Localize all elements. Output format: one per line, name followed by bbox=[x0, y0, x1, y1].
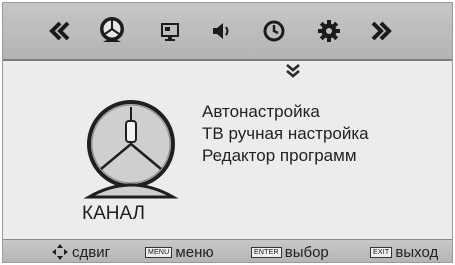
scroll-down-indicator bbox=[283, 63, 303, 79]
tab-sound[interactable] bbox=[206, 15, 238, 47]
channel-menu-list: Автонастройка ТВ ручная настройка Редакт… bbox=[202, 101, 442, 167]
hint-menu: MENU меню bbox=[145, 242, 214, 262]
double-chevron-down-icon bbox=[286, 64, 300, 78]
four-way-arrows-icon bbox=[51, 243, 69, 261]
hint-move: сдвиг bbox=[51, 242, 110, 262]
picture-icon bbox=[161, 23, 179, 41]
enter-key-badge: ENTER bbox=[251, 246, 282, 258]
clock-icon bbox=[263, 20, 285, 42]
nav-prev-button[interactable] bbox=[43, 15, 75, 47]
tab-picture[interactable] bbox=[154, 15, 186, 47]
channel-antenna-icon bbox=[83, 100, 179, 199]
hint-menu-label: меню bbox=[175, 243, 214, 261]
channel-section-graphic bbox=[75, 97, 187, 203]
tab-time[interactable] bbox=[258, 15, 290, 47]
menu-key-badge: MENU bbox=[145, 246, 173, 258]
speaker-icon bbox=[213, 23, 229, 39]
tab-channel[interactable] bbox=[96, 15, 128, 47]
gear-icon bbox=[318, 20, 340, 42]
hint-exit: EXIT выход bbox=[370, 242, 438, 262]
double-chevron-right-icon bbox=[371, 21, 392, 41]
bottom-hint-bar: сдвиг MENU меню ENTER выбор EXIT выход bbox=[3, 239, 452, 262]
nav-next-button[interactable] bbox=[366, 15, 398, 47]
double-chevron-left-icon bbox=[49, 21, 70, 41]
hint-exit-label: выход bbox=[395, 243, 439, 261]
tv-osd-screen: Автонастройка ТВ ручная настройка Редакт… bbox=[2, 2, 453, 263]
hint-move-label: сдвиг bbox=[72, 243, 111, 261]
hint-enter: ENTER выбор bbox=[251, 242, 329, 262]
hint-enter-label: выбор bbox=[284, 243, 329, 261]
exit-key-badge: EXIT bbox=[370, 246, 393, 258]
menu-item-auto-tuning[interactable]: Автонастройка bbox=[202, 101, 442, 123]
menu-item-manual-tuning[interactable]: ТВ ручная настройка bbox=[202, 123, 442, 145]
menu-item-program-editor[interactable]: Редактор программ bbox=[202, 145, 442, 167]
top-menu-bar bbox=[3, 3, 452, 61]
satellite-dish-icon bbox=[100, 17, 124, 42]
tab-settings[interactable] bbox=[313, 15, 345, 47]
section-title: КАНАЛ bbox=[82, 203, 146, 224]
